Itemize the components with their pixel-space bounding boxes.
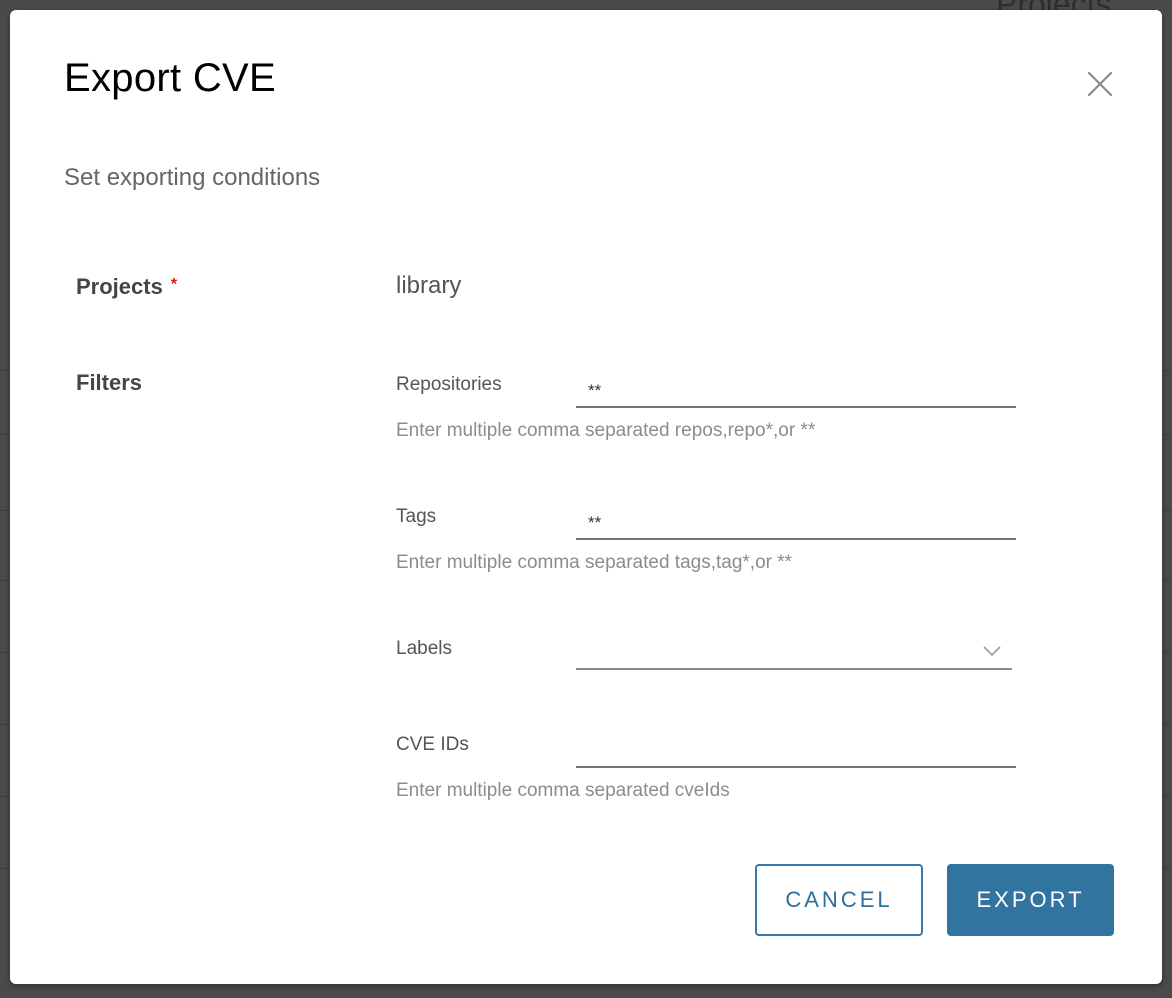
repositories-input[interactable]: [576, 376, 1016, 408]
export-button[interactable]: EXPORT: [947, 864, 1114, 936]
labels-label: Labels: [396, 638, 452, 659]
project-value: library: [396, 272, 462, 299]
close-icon: [1087, 71, 1113, 97]
cve-ids-helper-text: Enter multiple comma separated cveIds: [396, 780, 730, 801]
cancel-button[interactable]: CANCEL: [755, 864, 923, 936]
tags-helper-text: Enter multiple comma separated tags,tag*…: [396, 552, 793, 573]
tags-label: Tags: [396, 506, 437, 527]
cve-ids-input[interactable]: [576, 736, 1016, 768]
projects-label-text: Projects: [76, 274, 163, 299]
repositories-label: Repositories: [396, 374, 502, 395]
export-cve-dialog: Export CVE Set exporting conditions Proj…: [10, 10, 1162, 984]
dialog-title: Export CVE: [64, 56, 276, 100]
repositories-helper-text: Enter multiple comma separated repos,rep…: [396, 420, 816, 441]
projects-label: Projects *: [76, 274, 177, 300]
dialog-subtitle: Set exporting conditions: [64, 164, 321, 191]
cve-ids-label: CVE IDs: [396, 734, 469, 755]
labels-select[interactable]: [576, 636, 1012, 670]
tags-input[interactable]: [576, 508, 1016, 540]
required-marker: *: [170, 276, 178, 293]
chevron-down-icon: [983, 646, 1001, 657]
close-button[interactable]: [1082, 66, 1118, 102]
filters-label: Filters: [76, 370, 143, 395]
